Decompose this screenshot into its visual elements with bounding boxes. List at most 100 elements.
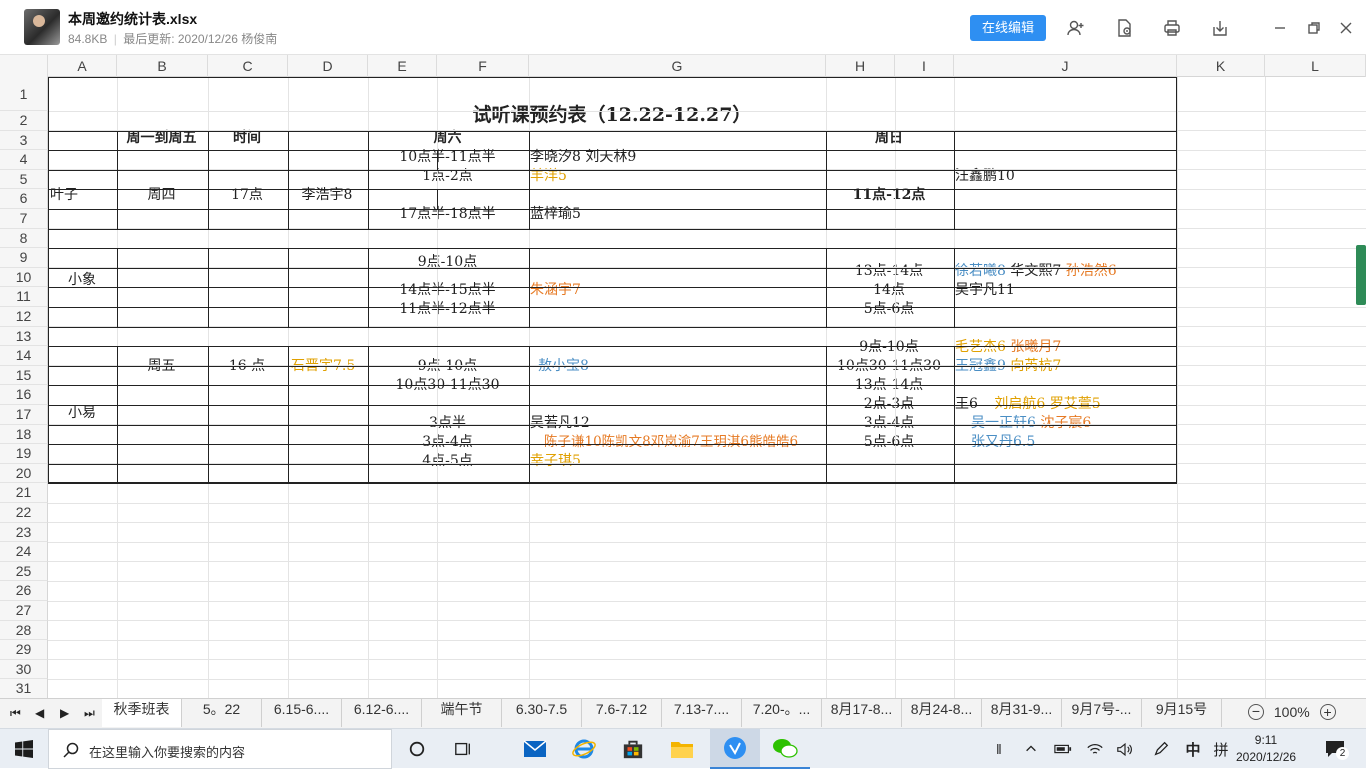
row-header-21[interactable]: 21 (0, 483, 48, 503)
task-view-icon[interactable] (450, 737, 476, 761)
cell-e12[interactable]: 11点半-12点半 (367, 300, 528, 319)
cell-g11[interactable]: 朱涵宇7 (530, 281, 581, 300)
cell-grid[interactable]: 试听课预约表（12.22-12.27） 周一到周五 时间 周六 周日 10点半-… (48, 77, 1366, 698)
sheet-tab[interactable]: 7.13-7.... (662, 699, 742, 727)
row-header-4[interactable]: 4 (0, 150, 48, 170)
row-header-16[interactable]: 16 (0, 385, 48, 405)
row-header-29[interactable]: 29 (0, 640, 48, 660)
sheet-tab[interactable]: 秋季班表 (102, 699, 182, 727)
column-header-k[interactable]: K (1177, 55, 1265, 77)
sheet-tab[interactable]: 8月24-8... (902, 699, 982, 727)
row-header-12[interactable]: 12 (0, 307, 48, 327)
column-header-e[interactable]: E (368, 55, 437, 77)
sheet-tab[interactable]: 5。22 (182, 699, 262, 727)
row-header-23[interactable]: 23 (0, 523, 48, 543)
sheet-tab[interactable]: 8月31-9... (982, 699, 1062, 727)
close-icon[interactable] (1334, 16, 1358, 40)
file-info-icon[interactable] (1112, 16, 1136, 40)
column-header-g[interactable]: G (529, 55, 826, 77)
vertical-scrollbar-thumb[interactable] (1356, 245, 1366, 305)
mail-icon[interactable] (522, 737, 548, 761)
user-avatar[interactable] (24, 9, 60, 45)
row-header-5[interactable]: 5 (0, 170, 48, 190)
cell-g20[interactable]: 幸子琪5 (530, 452, 581, 471)
spreadsheet[interactable]: ABCDEFGHIJKL 123456789101112131415161718… (0, 55, 1366, 698)
cell-j19[interactable]: 张又丹6.5 (971, 433, 1035, 452)
row-header-18[interactable]: 18 (0, 425, 48, 445)
row-header-11[interactable]: 11 (0, 287, 48, 307)
windows-start-icon[interactable] (15, 740, 33, 758)
ime-mode[interactable]: 拼 (1208, 737, 1234, 761)
print-icon[interactable] (1160, 16, 1184, 40)
row-header-13[interactable]: 13 (0, 327, 48, 347)
column-header-f[interactable]: F (437, 55, 529, 77)
online-edit-button[interactable]: 在线编辑 (970, 15, 1046, 41)
sheet-tab[interactable]: 9月7号-... (1062, 699, 1142, 727)
store-icon[interactable] (620, 737, 646, 761)
column-header-a[interactable]: A (48, 55, 117, 77)
cell-h19[interactable]: 5点-6点 (825, 433, 953, 452)
column-header-l[interactable]: L (1265, 55, 1366, 77)
sheet-tab[interactable]: 端午节 (422, 699, 502, 727)
sheet-tab[interactable]: 6.12-6.... (342, 699, 422, 727)
column-header-c[interactable]: C (208, 55, 288, 77)
system-clock[interactable]: 9:11 2020/12/26 (1236, 732, 1296, 766)
show-hidden-icons-icon[interactable] (1018, 737, 1044, 761)
first-sheet-icon[interactable]: ⏮ (10, 706, 21, 721)
sheet-tab[interactable]: 8月17-8... (822, 699, 902, 727)
row-header-19[interactable]: 19 (0, 444, 48, 464)
column-header-j[interactable]: J (954, 55, 1177, 77)
select-all-corner[interactable] (0, 55, 48, 77)
cell-e9[interactable]: 9点-10点 (367, 253, 528, 272)
row-header-28[interactable]: 28 (0, 621, 48, 641)
zoom-out-icon[interactable]: − (1248, 704, 1264, 720)
cell-h14[interactable]: 9点-10点 (825, 338, 953, 357)
taskbar-search-box[interactable]: 在这里输入你要搜索的内容 (48, 729, 392, 769)
wps-app-icon[interactable] (710, 729, 760, 769)
cell-j11[interactable]: 吴宇凡11 (955, 281, 1015, 300)
row-header-8[interactable]: 8 (0, 229, 48, 249)
cell-e11[interactable]: 14点半-15点半 (367, 281, 528, 300)
wechat-icon[interactable] (760, 729, 810, 769)
column-header-i[interactable]: I (895, 55, 954, 77)
row-header-7[interactable]: 7 (0, 209, 48, 229)
row-header-9[interactable]: 9 (0, 248, 48, 268)
row-header-10[interactable]: 10 (0, 268, 48, 288)
column-header-b[interactable]: B (117, 55, 208, 77)
next-sheet-icon[interactable]: ▶ (60, 706, 69, 720)
restore-icon[interactable] (1302, 16, 1326, 40)
cell-h10[interactable]: 13点-14点 (825, 262, 953, 281)
cell-e19[interactable]: 3点-4点 (367, 433, 528, 452)
last-sheet-icon[interactable]: ⏭ (84, 706, 95, 721)
column-header-h[interactable]: H (826, 55, 895, 77)
sheet-tab[interactable]: 6.15-6.... (262, 699, 342, 727)
row-header-31[interactable]: 31 (0, 679, 48, 698)
minimize-icon[interactable] (1268, 16, 1292, 40)
cell-e20[interactable]: 4点-5点 (367, 452, 528, 471)
row-header-27[interactable]: 27 (0, 601, 48, 621)
row-header-24[interactable]: 24 (0, 542, 48, 562)
cell-a17[interactable]: 小易 (48, 404, 116, 423)
row-header-30[interactable]: 30 (0, 660, 48, 680)
row-header-1[interactable]: 1 (0, 77, 48, 111)
row-header-26[interactable]: 26 (0, 581, 48, 601)
row-header-2[interactable]: 2 (0, 111, 48, 131)
sheet-tab[interactable]: 9月15号 (1142, 699, 1222, 727)
cell-h12[interactable]: 5点-6点 (825, 300, 953, 319)
column-header-d[interactable]: D (288, 55, 368, 77)
prev-sheet-icon[interactable]: ◀ (35, 706, 44, 720)
volume-icon[interactable] (1112, 737, 1138, 761)
sheet-tab[interactable]: 6.30-7.5 (502, 699, 582, 727)
row-header-15[interactable]: 15 (0, 366, 48, 386)
sheet-tab[interactable]: 7.6-7.12 (582, 699, 662, 727)
zoom-in-icon[interactable]: + (1320, 704, 1336, 720)
cell-h11[interactable]: 14点 (825, 281, 953, 300)
ie-browser-icon[interactable] (571, 737, 597, 761)
row-header-25[interactable]: 25 (0, 562, 48, 582)
notification-center-icon[interactable]: 2 (1322, 737, 1348, 761)
wifi-icon[interactable] (1082, 737, 1108, 761)
row-header-14[interactable]: 14 (0, 346, 48, 366)
cell-j10[interactable]: 徐若曦8 华文熙7 孙浩然6 (955, 262, 1117, 281)
battery-icon[interactable] (1050, 737, 1076, 761)
row-header-20[interactable]: 20 (0, 464, 48, 484)
